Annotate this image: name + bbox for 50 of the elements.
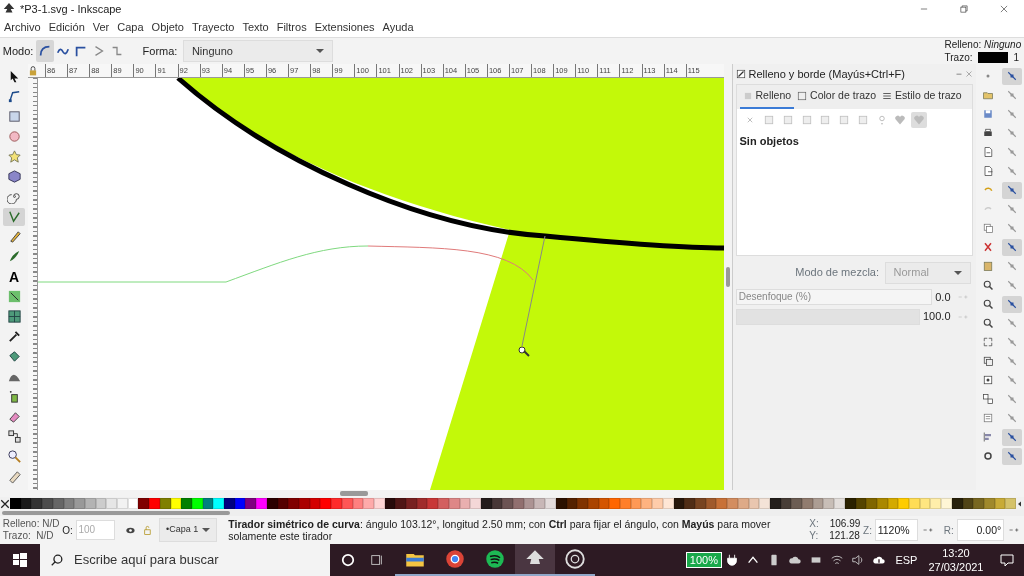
menu-item[interactable]: Objeto <box>147 19 188 36</box>
fill-label: Relleno: <box>944 38 982 51</box>
blur-value: 0.0 <box>935 290 951 305</box>
clock-date: 27/03/2021 <box>928 560 984 574</box>
opacity-label: O: <box>62 523 73 538</box>
fill-label: Relleno: <box>2 518 40 530</box>
menu-item[interactable]: Trayecto <box>188 19 239 36</box>
menu-item[interactable]: Archivo <box>0 19 45 36</box>
panel-tab[interactable]: Relleno <box>739 85 795 109</box>
shape-dropdown[interactable]: Ninguno <box>182 40 333 62</box>
stroke-width-value: 1 <box>1013 51 1020 64</box>
zoom-label: Z: <box>863 523 872 538</box>
status-message: Tirador simétrico de curva: ángulo 103.12°, longitud 2.50 mm; con Ctrl para fijar el ángulo, con Mayús para mover solamente este tirador <box>228 518 772 542</box>
menu-item[interactable]: Extensiones <box>310 19 379 36</box>
language-indicator: ESP <box>895 552 918 568</box>
stroke-value: N/D <box>36 530 54 542</box>
stroke-label: Trazo: <box>944 51 973 64</box>
panel-message: Sin objetos <box>738 134 800 149</box>
fill-value: N/D <box>42 518 60 530</box>
x-coordinate: 106.99 <box>829 518 861 530</box>
zoom-field[interactable]: 1120% <box>874 519 919 541</box>
panel-tab[interactable]: Color de trazo <box>794 85 880 109</box>
layer-dropdown[interactable]: •Capa 1 <box>159 518 218 542</box>
menu-item[interactable]: Filtros <box>272 19 311 36</box>
mode-label: Modo: <box>2 43 34 59</box>
search-field[interactable]: Escribe aquí para buscar <box>72 549 312 571</box>
battery-indicator: 100% <box>685 552 722 568</box>
opacity-value: 100.0 <box>922 309 951 325</box>
slider-label: Desenfoque (%) <box>738 290 811 305</box>
shape-label: Forma: <box>142 43 178 59</box>
stroke-label: Trazo: <box>2 530 31 542</box>
y-coordinate: 121.28 <box>829 530 860 542</box>
x-label: X: <box>809 518 819 530</box>
blend-mode-label: Modo de mezcla: <box>795 265 879 281</box>
fill-value: Ninguno <box>984 38 1022 51</box>
menu-item[interactable]: Texto <box>238 19 273 36</box>
window-title: *P3-1.svg - Inkscape <box>20 1 122 17</box>
search-bar[interactable]: Escribe aquí para buscar <box>40 544 330 576</box>
menu-item[interactable]: Edición <box>44 19 89 36</box>
y-label: Y: <box>809 530 819 542</box>
rotation-field[interactable]: 0.00° <box>956 519 1005 541</box>
panel-title: Relleno y borde (Mayús+Ctrl+F) <box>748 66 906 82</box>
rotation-label: R: <box>943 523 954 538</box>
menu-item[interactable]: Ayuda <box>378 19 418 36</box>
clock-time: 13:20 <box>942 546 970 560</box>
menu-item[interactable]: Ver <box>88 19 114 36</box>
blur-slider[interactable]: Desenfoque (%) <box>735 289 933 306</box>
menu-item[interactable]: Capa <box>113 19 148 36</box>
panel-tab[interactable]: Estilo de trazo <box>879 85 965 109</box>
text-tool-button[interactable]: A <box>3 267 25 286</box>
